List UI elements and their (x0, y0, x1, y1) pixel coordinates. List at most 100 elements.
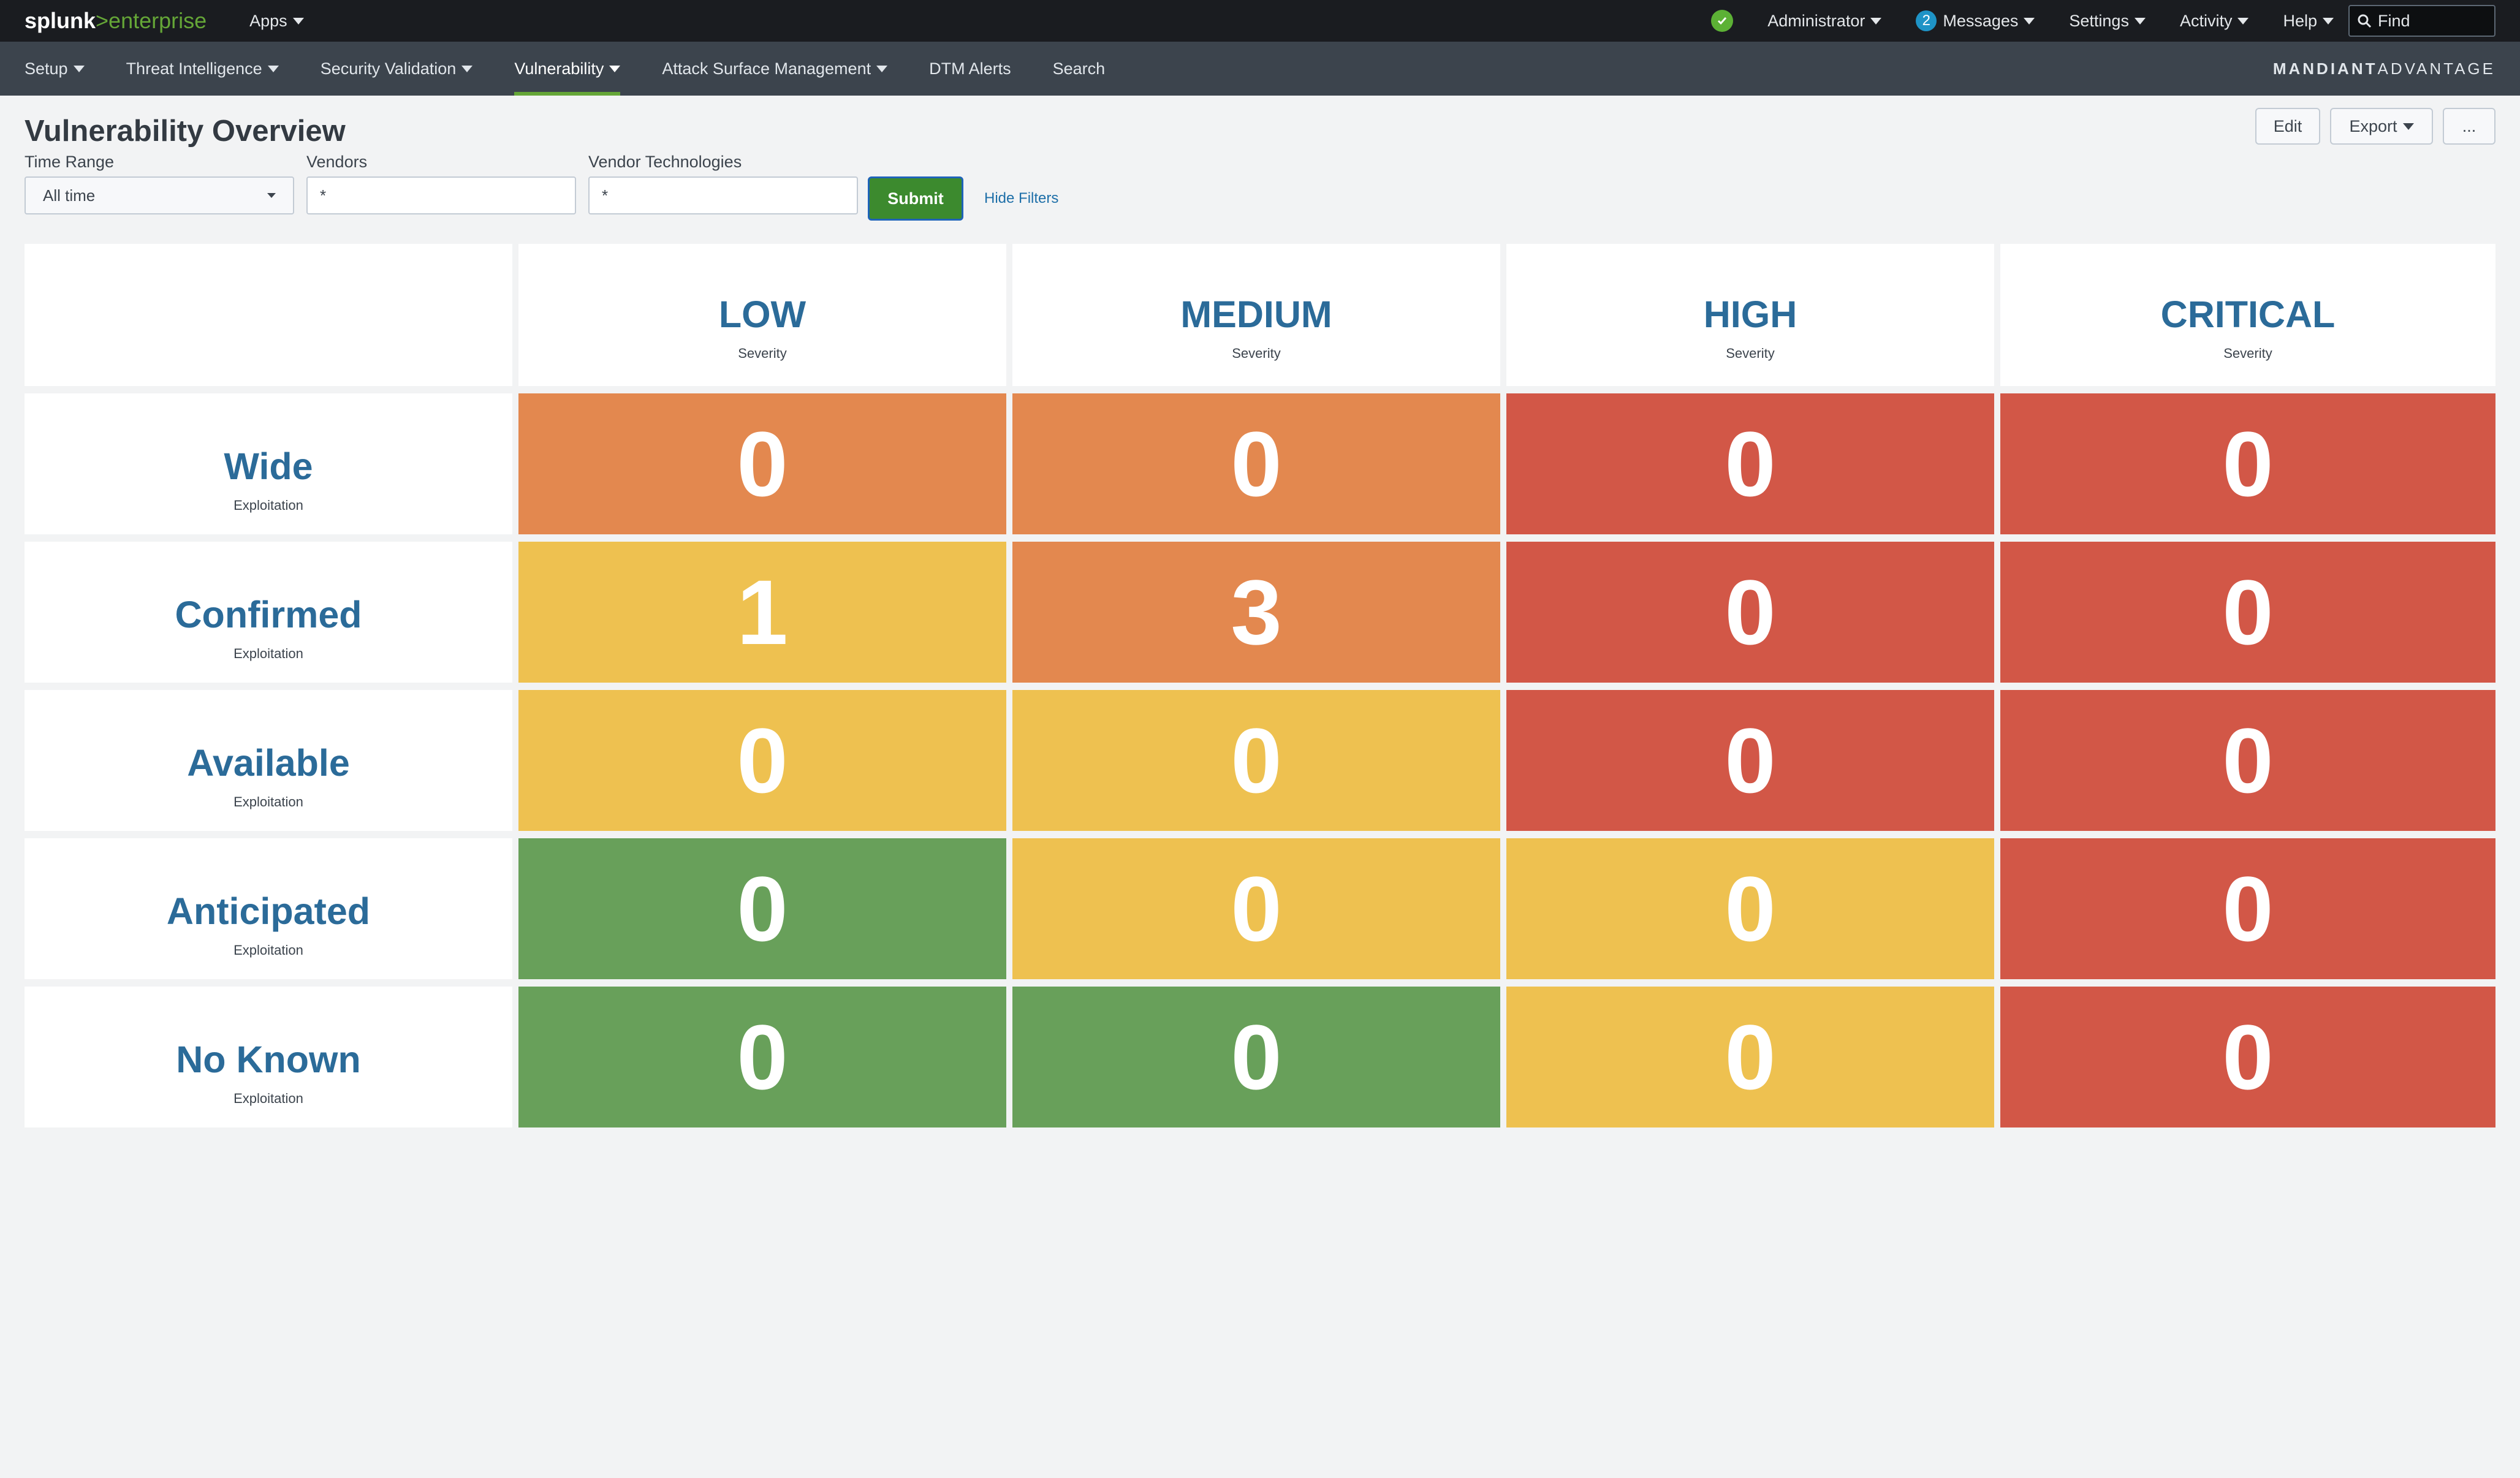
column-subtitle: Severity (1726, 346, 1775, 361)
row-header-available: Available Exploitation (25, 690, 512, 831)
matrix-value-cell[interactable]: 0 (1012, 393, 1500, 534)
row-header-anticipated: Anticipated Exploitation (25, 838, 512, 979)
check-circle-icon[interactable] (1711, 10, 1734, 32)
splunk-logo[interactable]: splunk>enterprise (25, 8, 207, 34)
logo-main-text: splunk (25, 8, 96, 33)
matrix-value-cell[interactable]: 0 (1506, 393, 1994, 534)
export-button[interactable]: Export (2330, 108, 2433, 145)
apps-label: Apps (249, 11, 287, 30)
more-actions-button[interactable]: ... (2443, 108, 2495, 145)
matrix-value-cell[interactable]: 0 (2000, 542, 2495, 683)
matrix-corner-cell (25, 244, 512, 386)
row-title: Wide (224, 445, 313, 487)
activity-menu[interactable]: Activity (2180, 12, 2249, 31)
caret-down-icon (2024, 17, 2035, 25)
nav-label: Attack Surface Management (662, 59, 871, 78)
logo-suffix-text: enterprise (108, 8, 207, 33)
column-header-high: HIGH Severity (1506, 244, 1994, 386)
brand-light-text: ADVANTAGE (2377, 59, 2495, 78)
column-subtitle: Severity (738, 346, 787, 361)
edit-button[interactable]: Edit (2255, 108, 2320, 145)
caret-down-icon (267, 65, 279, 72)
matrix-value-cell[interactable]: 0 (1506, 690, 1994, 831)
column-header-low: LOW Severity (518, 244, 1006, 386)
nav-label: Search (1052, 59, 1106, 78)
messages-menu[interactable]: 2 Messages (1916, 10, 2035, 31)
caret-down-icon (2237, 17, 2249, 25)
hide-filters-link[interactable]: Hide Filters (984, 190, 1058, 207)
vendor-technologies-value: * (602, 186, 609, 205)
messages-label: Messages (1943, 11, 2019, 30)
caret-down-icon (2402, 123, 2414, 130)
export-label: Export (2349, 116, 2397, 135)
time-range-value: All time (43, 186, 96, 205)
nav-label: Vulnerability (514, 59, 604, 78)
vendors-value: * (320, 186, 327, 205)
row-subtitle: Exploitation (233, 1091, 303, 1106)
matrix-value-cell[interactable]: 0 (1506, 542, 1994, 683)
column-title: HIGH (1703, 294, 1797, 335)
matrix-value-cell[interactable]: 0 (1012, 838, 1500, 979)
activity-label: Activity (2179, 11, 2233, 30)
vendors-input[interactable]: * (306, 176, 576, 214)
matrix-value-cell[interactable]: 0 (1506, 838, 1994, 979)
nav-setup[interactable]: Setup (25, 42, 85, 96)
page-title: Vulnerability Overview (25, 115, 346, 148)
matrix-value-cell[interactable]: 0 (2000, 838, 2495, 979)
matrix-value-cell[interactable]: 0 (1012, 690, 1500, 831)
vendors-label: Vendors (306, 153, 368, 171)
mandiant-advantage-logo: MANDIANTADVANTAGE (2273, 59, 2495, 78)
user-label: Administrator (1767, 11, 1865, 30)
row-title: No Known (176, 1039, 361, 1080)
row-title: Available (187, 742, 350, 784)
logo-separator: > (96, 8, 109, 33)
matrix-value-cell[interactable]: 0 (2000, 987, 2495, 1127)
matrix-value-cell[interactable]: 0 (2000, 690, 2495, 831)
caret-down-icon (267, 193, 276, 198)
row-header-confirmed: Confirmed Exploitation (25, 542, 512, 683)
find-input[interactable]: Find (2348, 5, 2495, 37)
matrix-value-cell[interactable]: 1 (518, 542, 1006, 683)
settings-label: Settings (2069, 11, 2129, 30)
apps-menu[interactable]: Apps (249, 12, 304, 31)
vendor-technologies-label: Vendor Technologies (588, 153, 742, 171)
app-nav-bar: Setup Threat Intelligence Security Valid… (0, 42, 2520, 96)
matrix-value-cell[interactable]: 0 (1506, 987, 1994, 1127)
matrix-value-cell[interactable]: 0 (518, 393, 1006, 534)
nav-security-validation[interactable]: Security Validation (321, 42, 473, 96)
nav-attack-surface-management[interactable]: Attack Surface Management (662, 42, 888, 96)
matrix-value-cell[interactable]: 0 (518, 987, 1006, 1127)
time-range-select[interactable]: All time (25, 176, 294, 214)
matrix-value-cell[interactable]: 0 (518, 690, 1006, 831)
matrix-value-cell[interactable]: 0 (1012, 987, 1500, 1127)
column-subtitle: Severity (2223, 346, 2272, 361)
nav-search[interactable]: Search (1053, 42, 1106, 96)
submit-button[interactable]: Submit (868, 176, 963, 221)
matrix-value-cell[interactable]: 3 (1012, 542, 1500, 683)
row-subtitle: Exploitation (233, 794, 303, 809)
caret-down-icon (2323, 17, 2334, 25)
nav-dtm-alerts[interactable]: DTM Alerts (929, 42, 1011, 96)
caret-down-icon (1870, 17, 1882, 25)
top-bar: splunk>enterprise Apps Administrator 2 Me… (0, 0, 2520, 42)
column-header-medium: MEDIUM Severity (1012, 244, 1500, 386)
row-subtitle: Exploitation (233, 942, 303, 958)
brand-bold-text: MANDIANT (2272, 59, 2378, 78)
settings-menu[interactable]: Settings (2069, 12, 2146, 31)
help-menu[interactable]: Help (2283, 12, 2334, 31)
row-subtitle: Exploitation (233, 646, 303, 661)
row-title: Confirmed (175, 594, 362, 635)
vendor-technologies-input[interactable]: * (588, 176, 858, 214)
nav-vulnerability[interactable]: Vulnerability (514, 42, 621, 96)
matrix-value-cell[interactable]: 0 (2000, 393, 2495, 534)
user-menu[interactable]: Administrator (1767, 11, 1882, 31)
column-title: MEDIUM (1180, 294, 1332, 335)
nav-label: Setup (25, 59, 68, 78)
nav-label: Threat Intelligence (126, 59, 262, 78)
row-subtitle: Exploitation (233, 498, 303, 513)
row-header-no-known: No Known Exploitation (25, 987, 512, 1127)
column-subtitle: Severity (1232, 346, 1281, 361)
search-icon (2358, 14, 2372, 28)
matrix-value-cell[interactable]: 0 (518, 838, 1006, 979)
nav-threat-intelligence[interactable]: Threat Intelligence (126, 42, 279, 96)
